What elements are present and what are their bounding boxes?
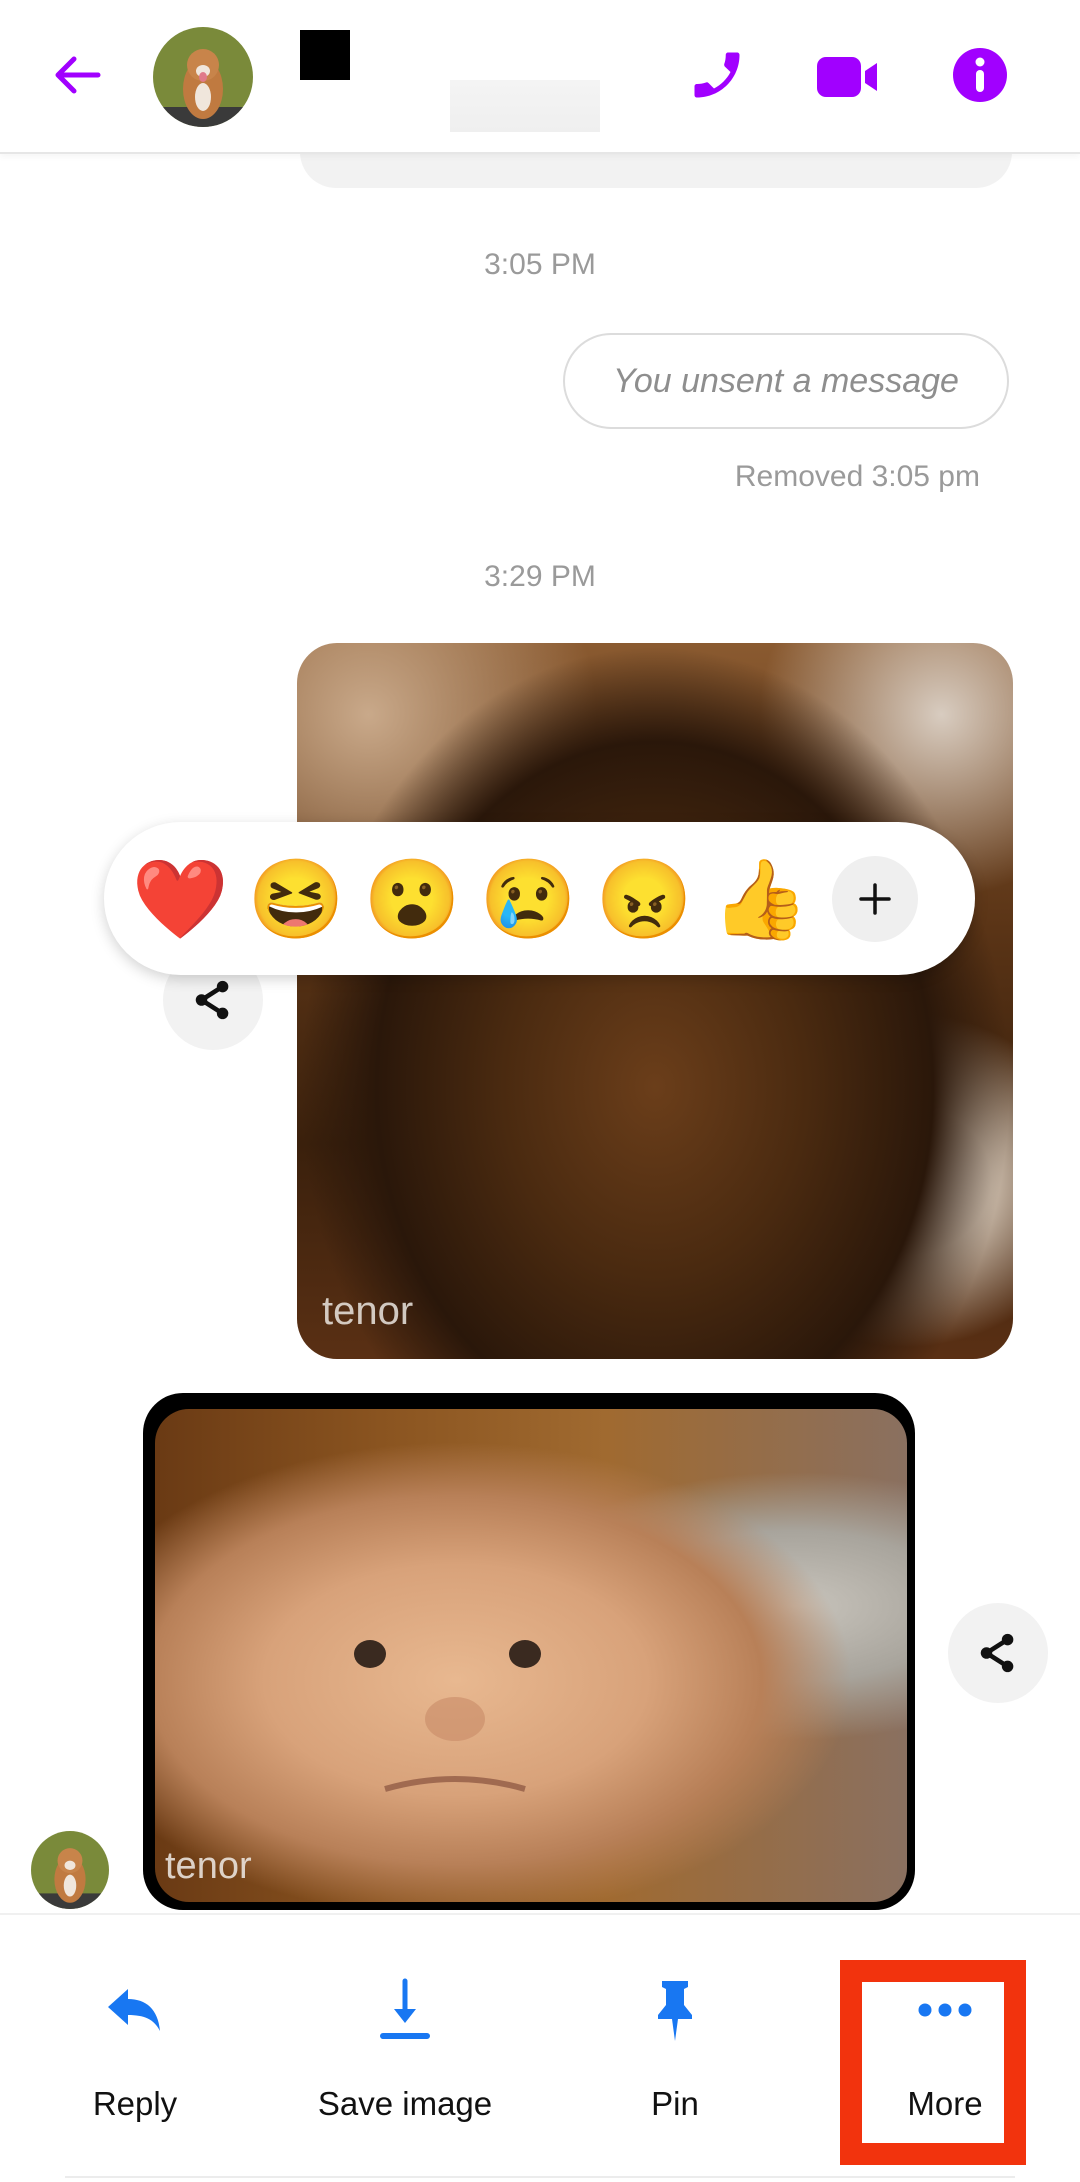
info-icon (953, 48, 1007, 102)
dog-avatar-image (153, 27, 253, 127)
pin-action[interactable]: Pin (540, 1915, 810, 2182)
voice-call-button[interactable] (687, 45, 747, 105)
unsent-message-text: You unsent a message (613, 361, 959, 400)
baby-face-image (354, 1640, 541, 1792)
plus-icon (859, 882, 891, 915)
pin-icon (658, 1981, 692, 2041)
contact-status-blurred (450, 80, 600, 132)
phone-icon (694, 52, 740, 98)
removed-status: Removed 3:05 pm (734, 460, 980, 493)
share-icon (980, 1633, 1014, 1673)
contact-avatar[interactable] (153, 27, 253, 127)
gif-frame: tenor (155, 1409, 907, 1902)
reply-action[interactable]: Reply (0, 1915, 270, 2182)
reaction-sad[interactable]: 😢 (470, 860, 586, 938)
back-button[interactable] (48, 45, 108, 105)
video-camera-icon (817, 57, 877, 97)
tenor-watermark: tenor (322, 1289, 414, 1333)
reaction-thumbs-up[interactable]: 👍 (702, 860, 818, 938)
timestamp: 3:05 PM (484, 248, 596, 281)
download-icon (380, 1978, 430, 2039)
reaction-picker: ❤️ 😆 😮 😢 😠 👍 (104, 822, 975, 975)
video-call-button[interactable] (815, 45, 877, 105)
save-image-label: Save image (317, 2085, 493, 2122)
conversation-header (0, 0, 1080, 154)
timestamp: 3:29 PM (484, 560, 596, 593)
reaction-heart[interactable]: ❤️ (122, 860, 238, 938)
more-action-highlight-box (840, 1960, 1026, 2165)
conversation-info-button[interactable] (950, 45, 1010, 105)
share-button[interactable] (948, 1603, 1048, 1703)
more-reactions-button[interactable] (832, 855, 918, 942)
sent-gif-orangutan[interactable]: tenor (297, 643, 1013, 1359)
share-icon (195, 980, 229, 1020)
pin-label: Pin (651, 2085, 699, 2122)
reply-label: Reply (92, 2085, 178, 2122)
sheet-bottom-divider (65, 2176, 1015, 2178)
save-image-action[interactable]: Save image (270, 1915, 540, 2182)
reaction-laugh[interactable]: 😆 (238, 860, 354, 938)
tenor-watermark: tenor (165, 1845, 252, 1887)
reply-icon (108, 1989, 160, 2031)
contact-avatar-small[interactable] (31, 1831, 109, 1909)
back-arrow-icon (55, 56, 101, 94)
dog-avatar-image (31, 1831, 109, 1909)
received-gif-baby[interactable]: tenor (143, 1393, 915, 1910)
unsent-message-bubble[interactable]: You unsent a message (563, 333, 1009, 429)
reaction-angry[interactable]: 😠 (586, 860, 702, 938)
reaction-wow[interactable]: 😮 (354, 860, 470, 938)
contact-name-redacted (300, 30, 350, 80)
